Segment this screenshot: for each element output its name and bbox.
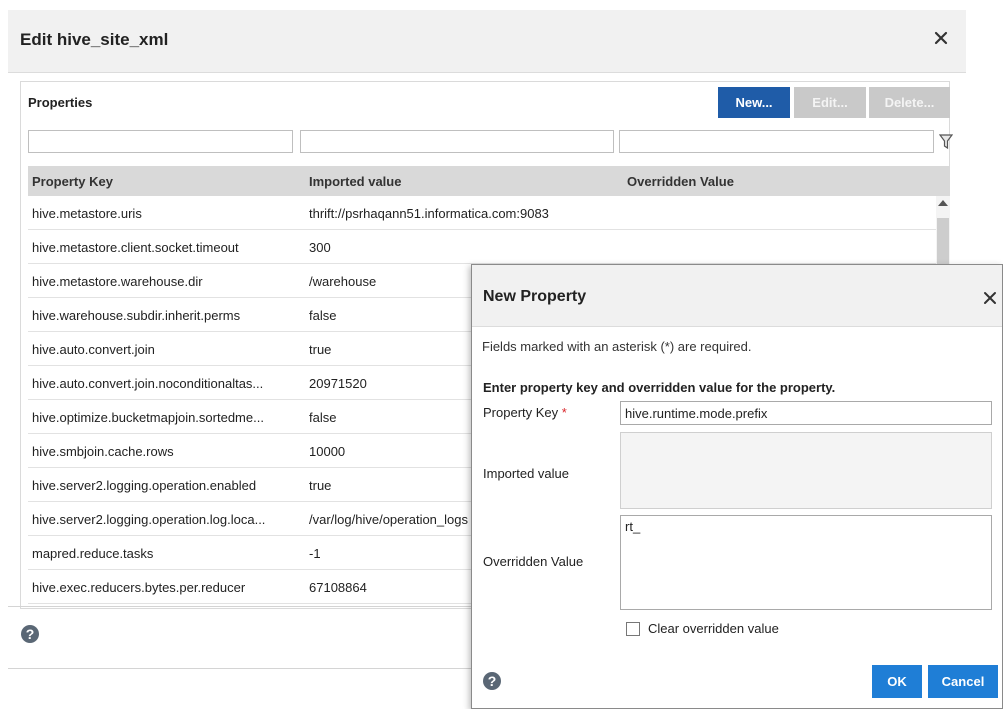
required-marker: * bbox=[561, 405, 567, 420]
svg-text:?: ? bbox=[488, 673, 497, 689]
overridden-value-field[interactable]: rt_ bbox=[620, 515, 992, 610]
cancel-button[interactable]: Cancel bbox=[928, 665, 998, 698]
grid-header: Property Key Imported value Overridden V… bbox=[28, 166, 950, 196]
property-key-label: Property Key * bbox=[483, 405, 567, 420]
imported-value-field bbox=[620, 432, 992, 509]
column-header-overridden-value[interactable]: Overridden Value bbox=[627, 174, 734, 189]
cell-property-key: hive.metastore.client.socket.timeout bbox=[32, 240, 239, 255]
clear-overridden-checkbox[interactable] bbox=[626, 622, 640, 636]
imported-value-label: Imported value bbox=[483, 466, 569, 481]
table-row[interactable]: hive.metastore.client.socket.timeout 300 bbox=[28, 230, 936, 264]
dialog-title: New Property bbox=[483, 288, 587, 305]
cell-property-key: hive.exec.reducers.bytes.per.reducer bbox=[32, 580, 246, 595]
svg-text:?: ? bbox=[26, 626, 35, 642]
cell-property-key: hive.warehouse.subdir.inherit.perms bbox=[32, 308, 241, 323]
cell-property-key: hive.auto.convert.join.noconditionaltas.… bbox=[32, 376, 264, 391]
dialog-title: Edit hive_site_xml bbox=[20, 30, 169, 49]
new-button[interactable]: New... bbox=[718, 87, 790, 118]
overridden-value-label: Overridden Value bbox=[483, 554, 584, 569]
clear-overridden-label[interactable]: Clear overridden value bbox=[648, 621, 779, 636]
new-property-dialog: New Property Fields marked with an aster… bbox=[471, 264, 1003, 709]
cell-imported-value: 300 bbox=[309, 240, 331, 255]
close-icon[interactable] bbox=[932, 29, 950, 47]
filter-key-input[interactable] bbox=[28, 130, 293, 153]
filter-imported-input[interactable] bbox=[300, 130, 614, 153]
help-icon[interactable]: ? bbox=[20, 624, 40, 644]
cell-property-key: hive.optimize.bucketmapjoin.sortedme... bbox=[32, 410, 264, 425]
cell-property-key: hive.smbjoin.cache.rows bbox=[32, 444, 174, 459]
dialog-header: New Property bbox=[472, 265, 1002, 327]
property-key-input[interactable] bbox=[620, 401, 992, 425]
cell-property-key: hive.server2.logging.operation.log.loca.… bbox=[32, 512, 266, 527]
cell-property-key: hive.server2.logging.operation.enabled bbox=[32, 478, 257, 493]
cell-property-key: hive.metastore.uris bbox=[32, 206, 142, 221]
help-icon[interactable]: ? bbox=[482, 671, 502, 691]
edit-button[interactable]: Edit... bbox=[794, 87, 866, 118]
column-header-imported-value[interactable]: Imported value bbox=[309, 174, 401, 189]
required-note: Fields marked with an asterisk (*) are r… bbox=[482, 339, 752, 354]
filter-icon[interactable] bbox=[939, 134, 953, 150]
filter-overridden-input[interactable] bbox=[619, 130, 934, 153]
ok-button[interactable]: OK bbox=[872, 665, 922, 698]
close-icon[interactable] bbox=[982, 290, 998, 306]
delete-button[interactable]: Delete... bbox=[869, 87, 950, 118]
properties-label: Properties bbox=[28, 95, 93, 110]
table-row[interactable]: hive.metastore.uris thrift://psrhaqann51… bbox=[28, 196, 936, 230]
property-key-label-text: Property Key bbox=[483, 405, 559, 420]
scroll-up-arrow-icon[interactable] bbox=[938, 200, 948, 206]
instruction-text: Enter property key and overridden value … bbox=[483, 380, 836, 395]
cell-imported-value: thrift://psrhaqann51.informatica.com:908… bbox=[309, 206, 549, 221]
cell-property-key: mapred.reduce.tasks bbox=[32, 546, 154, 561]
cell-property-key: hive.auto.convert.join bbox=[32, 342, 155, 357]
column-header-property-key[interactable]: Property Key bbox=[32, 174, 113, 189]
cell-property-key: hive.metastore.warehouse.dir bbox=[32, 274, 203, 289]
dialog-header: Edit hive_site_xml bbox=[8, 10, 966, 73]
